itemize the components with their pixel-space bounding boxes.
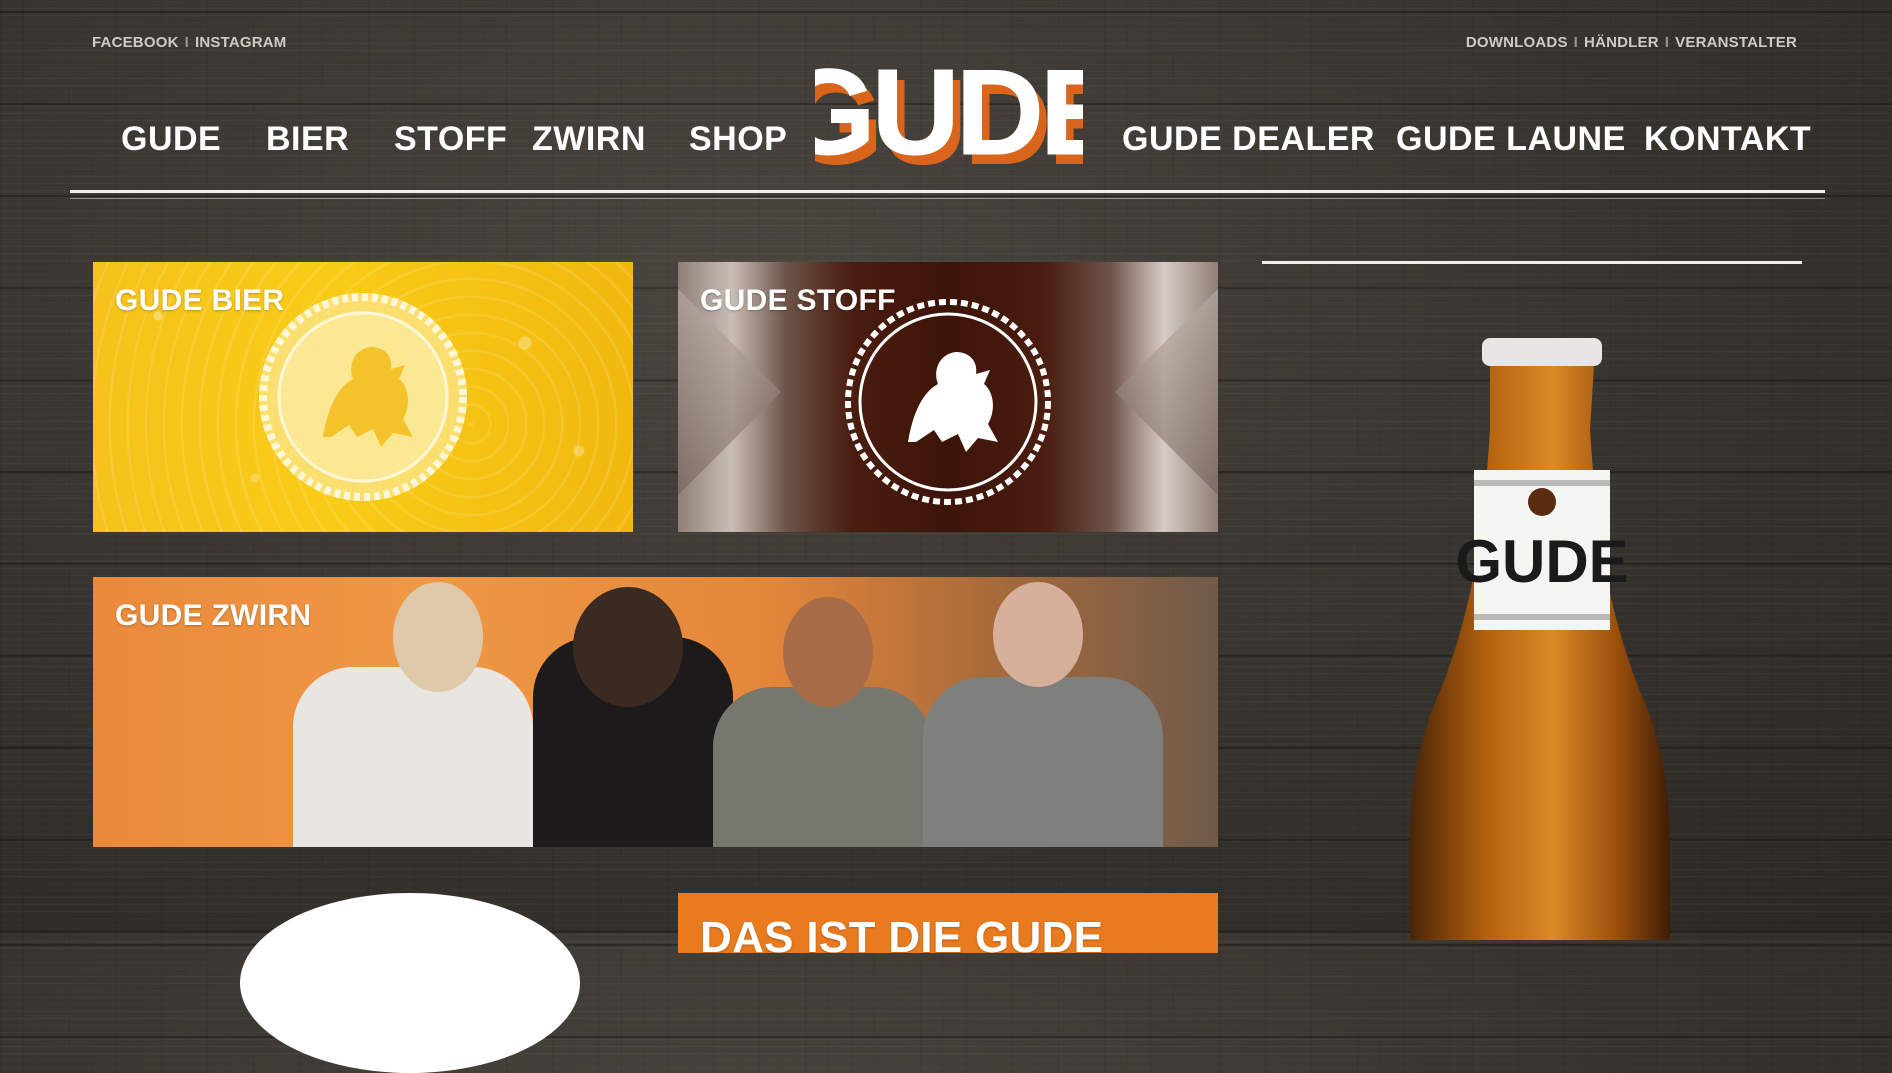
person-photo <box>993 582 1083 687</box>
tile-gude-zwirn[interactable]: GUDE ZWIRN <box>93 577 1218 847</box>
lion-seal-icon <box>259 293 467 501</box>
tile-label: GUDE ZWIRN <box>115 599 312 632</box>
downloads-link[interactable]: DOWNLOADS <box>1466 34 1568 51</box>
sidebar-divider <box>1262 261 1802 264</box>
nav-item-kontakt[interactable]: KONTAKT <box>1644 120 1811 159</box>
beer-bottle-image: GUDE <box>1390 330 1690 940</box>
social-links: FACEBOOK I INSTAGRAM <box>92 34 287 51</box>
nav-item-bier[interactable]: BIER <box>266 120 349 159</box>
nav-item-gude-laune[interactable]: GUDE LAUNE <box>1396 120 1626 159</box>
tile-gude-bier[interactable]: GUDE BIER <box>93 262 633 532</box>
separator: I <box>184 34 189 51</box>
tile-label: GUDE STOFF <box>700 284 896 317</box>
nav-item-gude-dealer[interactable]: GUDE DEALER <box>1122 120 1375 159</box>
tile-label: GUDE BIER <box>115 284 285 317</box>
logo-text: GUDE <box>815 58 1083 166</box>
person-photo <box>713 687 933 847</box>
logo-mark: GUDE GUDE <box>780 44 1129 191</box>
person-photo <box>573 587 683 707</box>
gude-logo[interactable]: GUDE GUDE <box>780 44 1129 191</box>
haendler-link[interactable]: HÄNDLER <box>1584 34 1659 51</box>
service-links: DOWNLOADS I HÄNDLER I VERANSTALTER <box>1466 34 1797 51</box>
tile-gude-stoff[interactable]: GUDE STOFF <box>678 262 1218 532</box>
glass-facet <box>1114 278 1218 506</box>
person-photo <box>293 667 533 847</box>
header-divider-thin <box>70 198 1825 199</box>
nav-item-zwirn[interactable]: ZWIRN <box>532 120 646 159</box>
tile-label: DAS IST DIE GUDE <box>700 913 1104 953</box>
person-photo <box>923 677 1163 847</box>
bottle-label-text: GUDE <box>1455 528 1628 595</box>
white-badge <box>240 893 580 1073</box>
tile-das-ist-die-gude[interactable]: DAS IST DIE GUDE <box>678 893 1218 953</box>
nav-item-gude[interactable]: GUDE <box>121 120 221 159</box>
separator: I <box>1573 34 1579 51</box>
header-divider <box>70 190 1825 193</box>
person-photo <box>783 597 873 707</box>
instagram-link[interactable]: INSTAGRAM <box>195 34 287 51</box>
nav-item-shop[interactable]: SHOP <box>689 120 787 159</box>
lion-seal-icon <box>845 299 1051 505</box>
nav-item-stoff[interactable]: STOFF <box>394 120 507 159</box>
veranstalter-link[interactable]: VERANSTALTER <box>1675 34 1797 51</box>
person-photo <box>393 582 483 692</box>
facebook-link[interactable]: FACEBOOK <box>92 34 179 51</box>
separator: I <box>1664 34 1670 51</box>
